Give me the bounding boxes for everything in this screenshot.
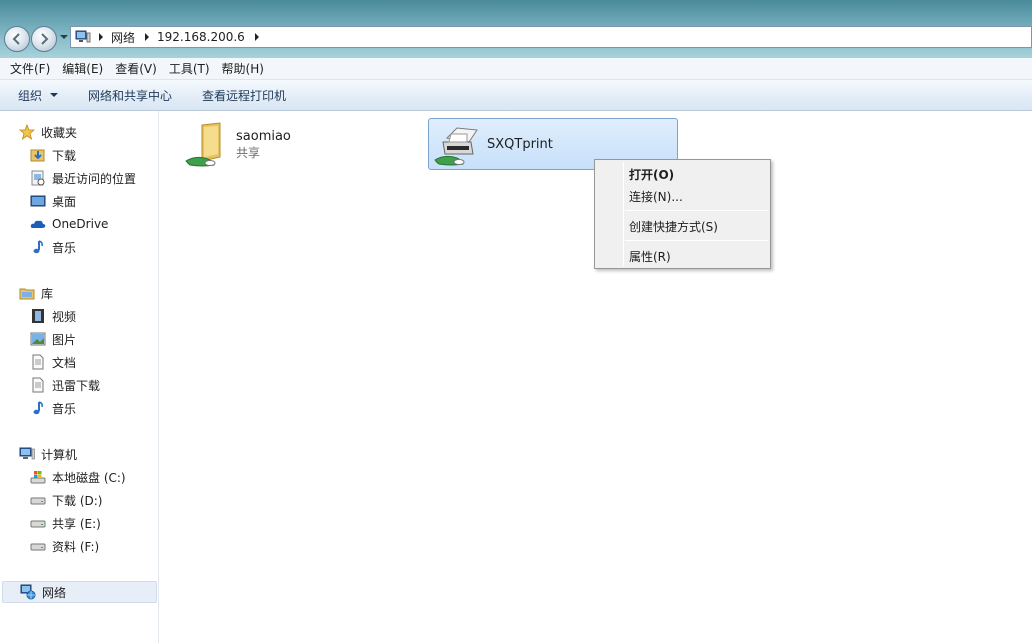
menu-tools[interactable]: 工具(T) xyxy=(163,60,216,77)
sidebar-computer-label: 计算机 xyxy=(41,447,78,462)
menu-file[interactable]: 文件(F) xyxy=(4,60,56,77)
address-bar[interactable]: 网络 192.168.200.6 xyxy=(70,26,1032,48)
menu-view[interactable]: 查看(V) xyxy=(109,60,163,77)
library-folder-icon xyxy=(19,288,35,300)
sidebar-item-music[interactable]: 音乐 xyxy=(0,237,76,257)
context-separator xyxy=(625,240,768,241)
sidebar-item-drive-c[interactable]: 本地磁盘 (C:) xyxy=(0,467,126,487)
menu-bar: 文件(F) 编辑(E) 查看(V) 工具(T) 帮助(H) xyxy=(0,58,1032,80)
downloads-folder-icon xyxy=(30,149,45,162)
sidebar-item-xunlei-downloads[interactable]: 迅雷下载 xyxy=(0,375,100,395)
network-center-label: 网络和共享中心 xyxy=(88,88,173,103)
sidebar-item-label: 视频 xyxy=(52,309,77,324)
cloud-icon xyxy=(30,220,46,228)
sidebar-item-onedrive[interactable]: OneDrive xyxy=(0,214,108,234)
context-separator xyxy=(625,210,768,211)
sidebar-item-drive-e[interactable]: 共享 (E:) xyxy=(0,513,101,533)
hard-drive-icon xyxy=(30,520,46,528)
sidebar-libraries[interactable]: 库 xyxy=(0,283,53,303)
hard-drive-icon xyxy=(30,543,46,551)
forward-button[interactable] xyxy=(31,26,57,52)
music-note-icon xyxy=(33,401,43,415)
sidebar-computer[interactable]: 计算机 xyxy=(0,444,77,464)
context-menu: 打开(O) 连接(N)... 创建快捷方式(S) 属性(R) xyxy=(594,159,771,269)
back-arrow-icon xyxy=(12,33,20,45)
sidebar-item-label: 本地磁盘 (C:) xyxy=(52,470,126,485)
sidebar-item-desktop[interactable]: 桌面 xyxy=(0,191,76,211)
shared-printer-icon xyxy=(433,120,481,168)
sidebar-item-label: 最近访问的位置 xyxy=(52,171,137,186)
film-icon xyxy=(32,309,44,323)
sidebar-item-label: 下载 (D:) xyxy=(52,493,103,508)
picture-icon xyxy=(30,332,46,346)
command-bar: 组织 网络和共享中心 查看远程打印机 xyxy=(0,80,1032,111)
computer-icon xyxy=(19,447,35,460)
organize-label: 组织 xyxy=(18,88,43,103)
context-menu-gutter xyxy=(623,162,624,266)
sidebar-item-label: 桌面 xyxy=(52,194,77,209)
sidebar-favorites-label: 收藏夹 xyxy=(41,125,78,140)
sidebar-item-label: 资料 (F:) xyxy=(52,539,100,554)
navigation-pane: 收藏夹 下载 最近访问的位置 桌面 OneDrive 音乐 库 视频 图片 文档… xyxy=(0,111,159,643)
sidebar-item-drive-d[interactable]: 下载 (D:) xyxy=(0,490,102,510)
shared-folder-icon xyxy=(182,121,230,169)
context-connect[interactable]: 连接(N)... xyxy=(629,188,683,205)
window-titlebar: 网络 192.168.200.6 xyxy=(0,0,1032,58)
view-remote-printers-button[interactable]: 查看远程打印机 xyxy=(194,87,294,104)
document-icon xyxy=(32,354,44,370)
crumb-host[interactable]: 192.168.200.6 xyxy=(157,30,245,44)
crumb-network[interactable]: 网络 xyxy=(111,29,135,46)
context-properties[interactable]: 属性(R) xyxy=(629,248,671,265)
sidebar-item-downloads[interactable]: 下载 xyxy=(0,145,76,165)
forward-arrow-icon xyxy=(41,33,49,45)
sidebar-item-documents[interactable]: 文档 xyxy=(0,352,76,372)
sidebar-network-label: 网络 xyxy=(42,585,67,600)
context-open[interactable]: 打开(O) xyxy=(629,166,674,183)
remote-printers-label: 查看远程打印机 xyxy=(202,88,287,103)
sidebar-item-label: OneDrive xyxy=(52,217,109,231)
sidebar-item-library-music[interactable]: 音乐 xyxy=(0,398,76,418)
sidebar-favorites[interactable]: 收藏夹 xyxy=(0,122,77,142)
sidebar-item-pictures[interactable]: 图片 xyxy=(0,329,76,349)
document-icon xyxy=(32,377,44,393)
sidebar-item-videos[interactable]: 视频 xyxy=(0,306,76,326)
menu-edit[interactable]: 编辑(E) xyxy=(56,60,109,77)
sidebar-libraries-label: 库 xyxy=(41,286,54,301)
back-button[interactable] xyxy=(4,26,30,52)
sidebar-item-label: 共享 (E:) xyxy=(52,516,101,531)
network-location-icon xyxy=(75,30,91,43)
sidebar-item-drive-f[interactable]: 资料 (F:) xyxy=(0,536,99,556)
sidebar-item-label: 文档 xyxy=(52,355,77,370)
sidebar-item-label: 音乐 xyxy=(52,240,77,255)
star-icon xyxy=(19,124,35,140)
sidebar-item-label: 图片 xyxy=(52,332,77,347)
network-icon xyxy=(20,584,36,600)
folder-subtitle: 共享 xyxy=(236,146,261,160)
organize-button[interactable]: 组织 xyxy=(10,87,66,104)
sidebar-item-label: 下载 xyxy=(52,148,77,163)
folder-name: saomiao xyxy=(236,129,291,144)
printer-name: SXQTprint xyxy=(487,136,553,152)
crumb-separator-icon[interactable] xyxy=(145,33,150,41)
menu-help[interactable]: 帮助(H) xyxy=(216,60,270,77)
sidebar-item-label: 迅雷下载 xyxy=(52,378,101,393)
system-drive-icon xyxy=(30,471,46,484)
recent-places-icon xyxy=(31,170,45,186)
desktop-icon xyxy=(30,195,46,207)
music-note-icon xyxy=(33,240,43,254)
crumb-separator-icon[interactable] xyxy=(254,33,259,41)
network-center-button[interactable]: 网络和共享中心 xyxy=(80,87,180,104)
hard-drive-icon xyxy=(30,497,46,505)
crumb-separator-icon[interactable] xyxy=(99,33,103,41)
sidebar-item-recent-places[interactable]: 最近访问的位置 xyxy=(0,168,136,188)
context-create-shortcut[interactable]: 创建快捷方式(S) xyxy=(629,218,718,235)
sidebar-item-label: 音乐 xyxy=(52,401,77,416)
chevron-down-icon xyxy=(50,93,59,97)
sidebar-network[interactable]: 网络 xyxy=(2,581,157,603)
shared-folder-item[interactable]: saomiao 共享 xyxy=(178,119,358,171)
recent-pages-dropdown[interactable] xyxy=(60,35,68,39)
